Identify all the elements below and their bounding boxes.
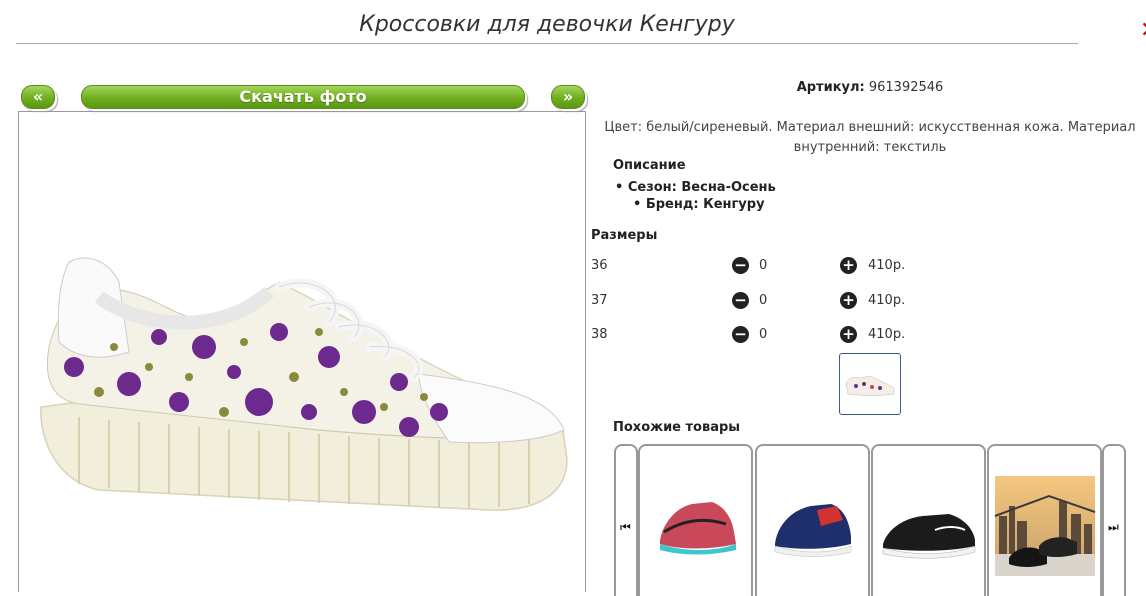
minus-circle-icon[interactable]: − <box>732 326 749 343</box>
article-line: Артикул: 961392546 <box>600 80 1140 95</box>
similar-item[interactable] <box>755 444 870 596</box>
size-row: 37 − 0 + 410р. <box>591 291 991 311</box>
size-value: 37 <box>591 293 608 308</box>
product-description: Цвет: белый/сиреневый. Материал внешний:… <box>604 120 1136 155</box>
bullet-season: Сезон: Весна-Осень <box>615 180 776 195</box>
size-row: 38 − 0 + 410р. <box>591 325 991 345</box>
sneaker-image <box>40 257 568 511</box>
close-icon[interactable]: ✕ <box>1140 18 1146 44</box>
size-value: 36 <box>591 258 608 273</box>
similar-item[interactable] <box>638 444 753 596</box>
similar-item-image <box>882 514 976 559</box>
next-photo-button[interactable]: » <box>551 85 585 109</box>
size-row: 36 − 0 + 410р. <box>591 256 991 276</box>
article-label: Артикул: <box>796 80 865 95</box>
carousel-prev-button[interactable]: ⏮ <box>614 444 638 596</box>
similar-heading: Похожие товары <box>613 420 741 435</box>
sneaker-thumbnail-image <box>845 375 895 396</box>
carousel-next-button[interactable]: ⏭ <box>1102 444 1126 596</box>
price-value: 410р. <box>868 293 906 308</box>
similar-item[interactable] <box>987 444 1102 596</box>
similar-item[interactable] <box>871 444 986 596</box>
description-heading: Описание <box>613 158 686 173</box>
plus-circle-icon[interactable]: + <box>840 326 857 343</box>
sizes-heading: Размеры <box>591 228 658 243</box>
product-photo[interactable] <box>18 111 586 592</box>
prev-photo-button[interactable]: « <box>21 85 55 109</box>
minus-circle-icon[interactable]: − <box>732 257 749 274</box>
price-value: 410р. <box>868 258 906 273</box>
similar-item-image <box>774 504 852 557</box>
article-value: 961392546 <box>868 80 944 95</box>
download-photo-button[interactable]: Скачать фото <box>81 85 525 109</box>
skip-back-icon: ⏮ <box>620 520 631 534</box>
quantity-value: 0 <box>759 327 768 342</box>
plus-circle-icon[interactable]: + <box>840 257 857 274</box>
price-value: 410р. <box>868 327 906 342</box>
page-title: Кроссовки для девочки Кенгуру <box>359 12 735 37</box>
plus-circle-icon[interactable]: + <box>840 292 857 309</box>
bullet-brand: Бренд: Кенгуру <box>633 197 765 212</box>
similar-item-image <box>994 476 1096 576</box>
similar-item-image <box>660 502 736 555</box>
minus-circle-icon[interactable]: − <box>732 292 749 309</box>
quantity-value: 0 <box>759 258 768 273</box>
photo-thumbnail[interactable] <box>839 353 901 415</box>
size-value: 38 <box>591 327 608 342</box>
title-divider <box>16 43 1078 44</box>
quantity-value: 0 <box>759 293 768 308</box>
skip-forward-icon: ⏭ <box>1108 520 1119 534</box>
